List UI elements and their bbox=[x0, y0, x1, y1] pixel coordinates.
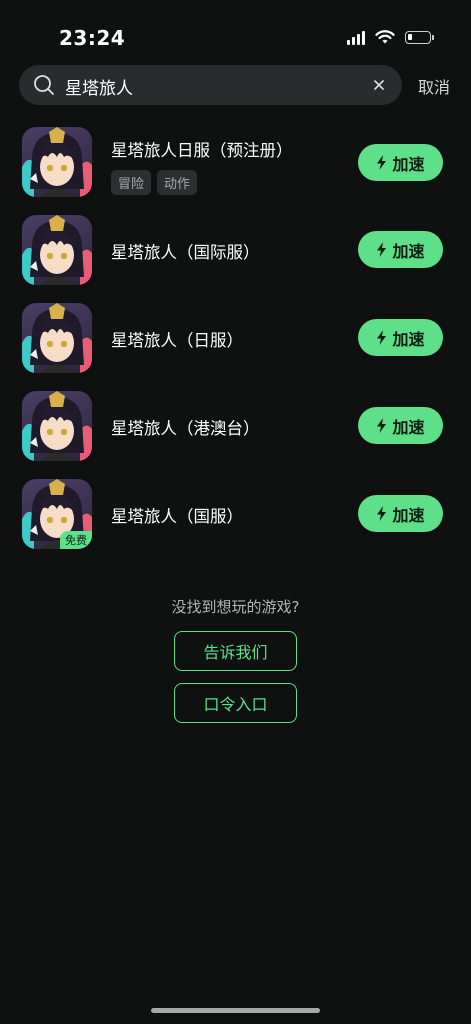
code-entry-button[interactable]: 口令入口 bbox=[174, 683, 297, 723]
status-icons bbox=[347, 30, 434, 45]
game-icon[interactable] bbox=[22, 127, 92, 197]
lightning-icon bbox=[377, 418, 387, 433]
status-time: 23:24 bbox=[59, 26, 126, 50]
home-indicator[interactable] bbox=[151, 1008, 320, 1013]
lightning-icon bbox=[377, 242, 387, 257]
cancel-button[interactable]: 取消 bbox=[418, 74, 450, 98]
search-icon bbox=[34, 75, 54, 95]
game-icon[interactable]: 免费 bbox=[22, 479, 92, 549]
not-found-text: 没找到想玩的游戏? bbox=[171, 598, 300, 616]
accelerate-button-label: 加速 bbox=[392, 241, 425, 261]
search-bar[interactable]: 星塔旅人 bbox=[19, 65, 402, 105]
tag: 动作 bbox=[157, 170, 198, 195]
game-icon[interactable] bbox=[22, 391, 92, 461]
accelerate-button[interactable]: 加速 bbox=[358, 231, 443, 268]
tell-us-button[interactable]: 告诉我们 bbox=[174, 631, 297, 671]
list-item[interactable]: 星塔旅人（港澳台） 加速 bbox=[0, 391, 471, 463]
free-badge: 免费 bbox=[60, 531, 92, 549]
game-icon[interactable] bbox=[22, 215, 92, 285]
lightning-icon bbox=[377, 330, 387, 345]
cellular-signal-icon bbox=[347, 30, 365, 45]
tag-list: 冒险 动作 bbox=[111, 170, 198, 195]
battery-icon bbox=[405, 31, 434, 44]
accelerate-button-label: 加速 bbox=[392, 329, 425, 349]
status-bar: 23:24 bbox=[0, 0, 471, 62]
lightning-icon bbox=[377, 506, 387, 521]
game-icon[interactable] bbox=[22, 303, 92, 373]
accelerate-button-label: 加速 bbox=[392, 154, 425, 174]
game-title: 星塔旅人（港澳台） bbox=[111, 419, 260, 438]
game-title: 星塔旅人（日服） bbox=[111, 331, 243, 350]
accelerate-button-label: 加速 bbox=[392, 417, 425, 437]
list-item[interactable]: 免费 星塔旅人（国服） 加速 bbox=[0, 479, 471, 551]
list-item[interactable]: 星塔旅人日服（预注册） 冒险 动作 加速 bbox=[0, 127, 471, 199]
search-input[interactable]: 星塔旅人 bbox=[65, 74, 133, 99]
tag: 冒险 bbox=[111, 170, 152, 195]
accelerate-button[interactable]: 加速 bbox=[358, 495, 443, 532]
wifi-icon bbox=[375, 30, 395, 44]
accelerate-button-label: 加速 bbox=[392, 505, 425, 525]
accelerate-button[interactable]: 加速 bbox=[358, 144, 443, 181]
game-title: 星塔旅人（国际服） bbox=[111, 243, 260, 262]
clear-icon[interactable] bbox=[370, 76, 388, 94]
list-item[interactable]: 星塔旅人（国际服） 加速 bbox=[0, 215, 471, 287]
lightning-icon bbox=[377, 155, 387, 170]
list-item[interactable]: 星塔旅人（日服） 加速 bbox=[0, 303, 471, 375]
accelerate-button[interactable]: 加速 bbox=[358, 407, 443, 444]
game-title: 星塔旅人（国服） bbox=[111, 507, 243, 526]
accelerate-button[interactable]: 加速 bbox=[358, 319, 443, 356]
game-title: 星塔旅人日服（预注册） bbox=[111, 141, 293, 160]
